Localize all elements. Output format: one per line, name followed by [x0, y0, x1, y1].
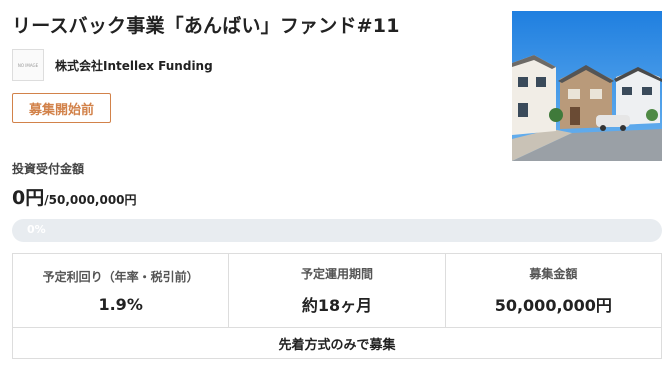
investment-amount: 0円/50,000,000円 [12, 183, 137, 210]
status-badge: 募集開始前 [12, 93, 111, 123]
period-label: 予定運用期間 [300, 267, 373, 281]
offering-amount-label: 募集金額 [529, 267, 578, 281]
company-info: NO IMAGE 株式会社Intellex Funding [12, 49, 213, 81]
company-name[interactable]: 株式会社Intellex Funding [55, 57, 213, 74]
yield-label: 予定利回り（年率・税引前） [42, 269, 199, 284]
progress-bar: 0% [12, 219, 662, 242]
offering-amount-value: 50,000,000円 [494, 296, 612, 315]
detail-yield: 予定利回り（年率・税引前） 1.9% [13, 254, 230, 327]
detail-amount: 募集金額 50,000,000円 [446, 254, 661, 327]
house-photo-icon [512, 11, 662, 161]
period-value: 約18ヶ月 [301, 296, 373, 315]
detail-period: 予定運用期間 約18ヶ月 [229, 254, 446, 327]
yield-value: 1.9% [98, 294, 143, 314]
company-logo: NO IMAGE [12, 49, 44, 81]
investment-label: 投資受付金額 [12, 162, 85, 176]
progress-text: 0% [27, 223, 46, 236]
fund-title[interactable]: リースバック事業「あんばい」ファンド#11 [12, 11, 400, 38]
house-photo[interactable] [512, 11, 662, 161]
details-row: 予定利回り（年率・税引前） 1.9% 予定運用期間 約18ヶ月 募集金額 50,… [13, 254, 661, 328]
fund-details-table: 予定利回り（年率・税引前） 1.9% 予定運用期間 約18ヶ月 募集金額 50,… [12, 253, 662, 359]
recruitment-method-note: 先着方式のみで募集 [278, 338, 396, 353]
amount-raised: 0円 [12, 187, 45, 209]
amount-target: /50,000,000円 [44, 193, 137, 207]
